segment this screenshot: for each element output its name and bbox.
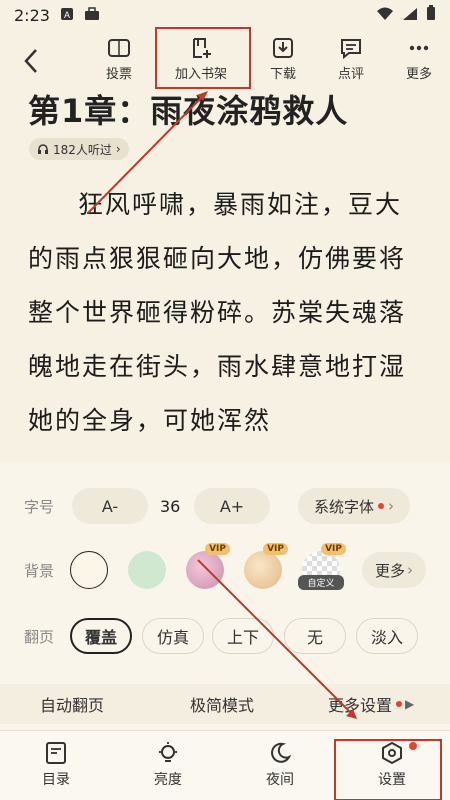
- page-turn-fade-option[interactable]: 淡入: [356, 618, 418, 654]
- bg-swatch-gold-vip[interactable]: VIP: [244, 543, 288, 589]
- battery-icon: [426, 5, 436, 25]
- chevron-right-icon: ›: [407, 561, 413, 579]
- review-button[interactable]: 点评: [320, 34, 382, 88]
- ticket-icon: [108, 39, 130, 57]
- status-bar: 2:23 A: [0, 0, 450, 30]
- chevron-left-icon: [24, 49, 37, 73]
- download-label: 下载: [269, 67, 296, 82]
- back-button[interactable]: [16, 44, 46, 78]
- download-button[interactable]: 下载: [252, 34, 314, 88]
- catalog-icon: [46, 742, 66, 764]
- background-more-button[interactable]: 更多 ›: [362, 552, 426, 588]
- reader-extra-options: 自动翻页 极简模式 更多设置 ▶: [0, 684, 450, 724]
- nav-catalog[interactable]: 目录: [26, 741, 86, 789]
- more-settings-button[interactable]: 更多设置 ▶: [328, 692, 414, 716]
- font-family-button[interactable]: 系统字体 ›: [298, 488, 410, 524]
- reader-bottom-nav: 目录 亮度 夜间 设置: [0, 730, 450, 800]
- download-icon: [273, 38, 293, 58]
- font-size-label: 字号: [24, 497, 55, 516]
- signal-icon: [402, 6, 418, 25]
- auto-page-turn-button[interactable]: 自动翻页: [40, 692, 104, 716]
- minimal-mode-button[interactable]: 极简模式: [190, 692, 254, 716]
- nav-night-mode[interactable]: 夜间: [250, 741, 310, 789]
- font-family-label: 系统字体: [313, 497, 374, 516]
- nav-night-label: 夜间: [266, 772, 294, 788]
- caret-right-icon: ▶: [405, 697, 415, 711]
- custom-label: 自定义: [298, 575, 344, 590]
- keyboard-indicator-icon: A: [60, 6, 74, 25]
- annotation-highlight-box: [334, 739, 442, 800]
- bg-swatch-green[interactable]: [128, 551, 166, 589]
- page-turn-vertical-option[interactable]: 上下: [212, 618, 274, 654]
- page-turn-cover-option[interactable]: 覆盖: [70, 618, 132, 654]
- page-turn-simulate-option[interactable]: 仿真: [142, 618, 204, 654]
- bg-swatch-custom[interactable]: VIP 自定义: [298, 543, 346, 590]
- chapter-body: 狂风呼啸，暴雨如注，豆大的雨点狠狠砸向大地，仿佛要将整个世界砸得粉碎。苏棠失魂落…: [28, 190, 407, 435]
- nav-brightness[interactable]: 亮度: [138, 741, 198, 789]
- annotation-highlight-box: [155, 27, 251, 89]
- more-dots-icon: [409, 45, 429, 51]
- font-increase-button[interactable]: A+: [194, 488, 270, 524]
- vote-button[interactable]: 投票: [88, 34, 150, 88]
- chevron-right-icon: ›: [388, 497, 394, 515]
- vote-label: 投票: [105, 67, 132, 82]
- nav-brightness-label: 亮度: [154, 772, 182, 788]
- font-decrease-button[interactable]: A-: [72, 488, 148, 524]
- page-turn-none-option[interactable]: 无: [284, 618, 346, 654]
- font-size-value: 36: [160, 496, 181, 516]
- moon-icon: [271, 742, 292, 763]
- reader-settings-panel: 字号 A- 36 A+ 系统字体 › 背景 VIP VIP VIP 自定义 更多 ›…: [0, 462, 450, 730]
- review-label: 点评: [337, 67, 364, 82]
- wifi-icon: [376, 6, 394, 25]
- comment-icon: [341, 39, 361, 60]
- new-dot: [396, 701, 403, 707]
- new-dot: [378, 503, 384, 509]
- more-label: 更多: [405, 67, 432, 82]
- background-row: 背景 VIP VIP VIP 自定义 更多 ›: [0, 543, 450, 592]
- font-row: 字号 A- 36 A+ 系统字体 ›: [0, 484, 450, 528]
- headphones-icon: [38, 144, 48, 154]
- brightness-bulb-icon: [159, 742, 177, 762]
- chapter-title: 第1章：雨夜涂鸦救人: [28, 92, 349, 130]
- listen-count: 182人听过: [53, 142, 112, 157]
- vip-badge: VIP: [205, 543, 230, 555]
- page-turn-row: 翻页 覆盖 仿真 上下 无 淡入: [0, 614, 450, 658]
- background-more-label: 更多: [374, 561, 405, 580]
- page-turn-label: 翻页: [24, 627, 55, 646]
- nav-catalog-label: 目录: [42, 772, 70, 788]
- svg-text:A: A: [64, 10, 70, 20]
- status-time: 2:23: [14, 5, 50, 25]
- listen-count-badge[interactable]: 182人听过 ›: [29, 138, 129, 160]
- background-label: 背景: [24, 561, 55, 580]
- chevron-right-icon: ›: [115, 142, 121, 156]
- vip-badge: VIP: [263, 543, 288, 555]
- bg-swatch-cream[interactable]: [70, 551, 108, 589]
- vip-badge: VIP: [321, 543, 346, 555]
- more-button[interactable]: 更多: [388, 34, 450, 88]
- bg-swatch-pink-vip[interactable]: VIP: [186, 543, 230, 589]
- reader-top-toolbar: 投票 加入书架 下载 点评 更多: [0, 27, 450, 90]
- more-settings-label: 更多设置: [328, 696, 393, 715]
- briefcase-icon: [84, 6, 100, 25]
